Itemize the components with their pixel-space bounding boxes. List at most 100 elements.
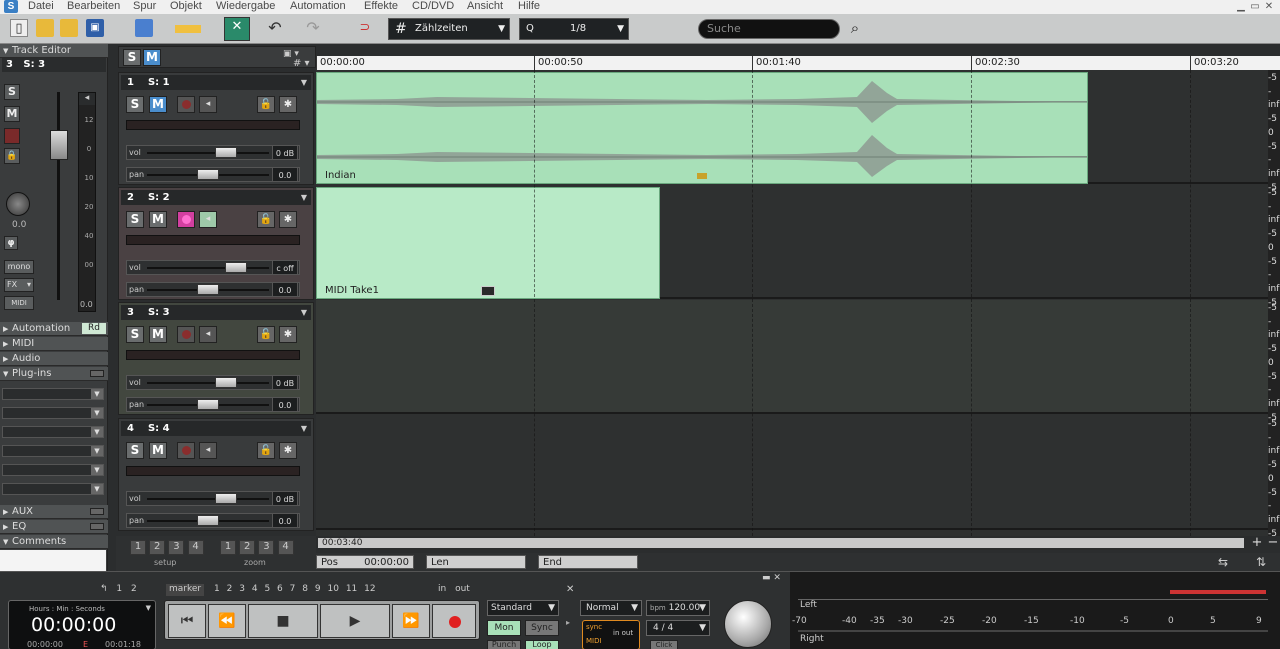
arrangement-area[interactable]: Indian MIDI Take1	[316, 70, 1268, 536]
menu-objekt[interactable]: Objekt	[170, 0, 202, 13]
locator-back-icon[interactable]: ↰	[100, 584, 108, 594]
menu-hilfe[interactable]: Hilfe	[518, 0, 540, 13]
pan-value[interactable]: 0.0	[272, 513, 298, 528]
punch-button[interactable]: Punch	[487, 640, 521, 649]
automation-mode-read[interactable]: Rd	[82, 323, 106, 334]
midi-clip-take1[interactable]: MIDI Take1	[316, 187, 660, 299]
edit-mode-icon[interactable]	[135, 19, 153, 37]
close-icon[interactable]: ✕	[566, 584, 574, 595]
track-mute-button[interactable]: M	[149, 96, 167, 113]
monitor-speaker-icon[interactable]: ◂	[199, 96, 217, 113]
expand-icon[interactable]: ▸	[566, 618, 570, 627]
volume-value[interactable]: 0 dB	[272, 145, 298, 160]
editor-mute-button[interactable]: M	[4, 106, 20, 122]
monitor-speaker-icon[interactable]: ◂	[199, 326, 217, 343]
horizontal-scrollbar[interactable]: 00:03:40 + −	[316, 536, 1280, 550]
zoom-4[interactable]: 4	[277, 540, 294, 555]
midi-section[interactable]: ▶ MIDI	[0, 337, 108, 351]
track-header-1[interactable]: 1 S: 1 ▼ S M ◂ 🔓 ✱ vol 0 dB pan 0.0	[118, 72, 314, 185]
redo-icon[interactable]: ↷	[304, 19, 322, 37]
zoom-out-icon[interactable]: −	[1266, 536, 1280, 550]
editor-record-button[interactable]	[4, 128, 20, 144]
plugin-slot[interactable]: ▼	[2, 483, 104, 495]
track-lane-4[interactable]	[316, 416, 1268, 530]
track-mute-button[interactable]: M	[149, 326, 167, 343]
click-button[interactable]: Click	[650, 640, 678, 649]
track-record-button[interactable]	[177, 96, 195, 113]
lock-icon[interactable]: 🔓	[257, 326, 275, 343]
new-file-icon[interactable]: ▯	[10, 19, 28, 37]
zoom-in-icon[interactable]: +	[1250, 536, 1264, 550]
plugins-section[interactable]: ▼ Plug-ins	[0, 367, 108, 381]
chevron-down-icon[interactable]: ▼	[146, 604, 151, 612]
fx-button[interactable]: FX ▾	[4, 278, 34, 292]
tempo-field[interactable]: bpm 120.00 ▼	[646, 600, 710, 616]
track-title-bar[interactable]: 4 S: 4 ▼	[121, 421, 311, 436]
search-icon[interactable]: ⌕	[846, 19, 864, 37]
restore-icon[interactable]: ▭	[1248, 1, 1262, 12]
track-solo-button[interactable]: S	[126, 442, 144, 459]
lock-icon[interactable]: 🔓	[257, 442, 275, 459]
track-selector[interactable]: 3 S: 3	[2, 58, 106, 72]
track-solo-button[interactable]: S	[126, 211, 144, 228]
sync-midi-panel[interactable]: sync MIDI in out	[582, 620, 640, 649]
go-to-start-icon[interactable]: ⏮	[168, 604, 206, 638]
track-solo-button[interactable]: S	[126, 96, 144, 113]
phase-invert-button[interactable]: φ	[4, 236, 18, 250]
plugin-slot[interactable]: ▼	[2, 426, 104, 438]
track-record-button[interactable]	[177, 326, 195, 343]
setup-2[interactable]: 2	[149, 540, 166, 555]
zoom-3[interactable]: 3	[258, 540, 275, 555]
jog-wheel[interactable]	[724, 600, 772, 648]
track-title-bar[interactable]: 3 S: 3 ▼	[121, 305, 311, 320]
gear-icon[interactable]: ✱	[279, 211, 297, 228]
automation-section[interactable]: ▶ Automation Rd	[0, 322, 108, 336]
zoom-1[interactable]: 1	[220, 540, 236, 555]
fast-forward-icon[interactable]: ⏩	[392, 604, 430, 638]
menu-automation[interactable]: Automation	[290, 0, 346, 13]
editor-solo-button[interactable]: S	[4, 84, 20, 100]
record-button[interactable]	[432, 604, 476, 638]
monitor-speaker-icon[interactable]: ◂	[199, 211, 217, 228]
track-title-bar[interactable]: 1 S: 1 ▼	[121, 75, 311, 90]
midi-button[interactable]: MIDI	[4, 296, 34, 310]
setup-4[interactable]: 4	[187, 540, 204, 555]
locator-2[interactable]: 2	[131, 584, 137, 594]
aux-toggle[interactable]	[90, 508, 104, 515]
snap-magnet-icon[interactable]: ⊃	[356, 19, 374, 37]
rewind-icon[interactable]: ⏪	[208, 604, 246, 638]
menu-bearbeiten[interactable]: Bearbeiten	[67, 0, 120, 13]
volume-value[interactable]: 0 dB	[272, 491, 298, 506]
locator-1[interactable]: 1	[116, 584, 122, 594]
menu-ansicht[interactable]: Ansicht	[467, 0, 503, 13]
track-lane-3[interactable]	[316, 300, 1268, 414]
pan-value[interactable]: 0.0	[272, 282, 298, 297]
plugin-slot[interactable]: ▼	[2, 464, 104, 476]
track-solo-button[interactable]: S	[126, 326, 144, 343]
track-mute-button[interactable]: M	[149, 211, 167, 228]
lock-icon[interactable]: 🔓	[257, 96, 275, 113]
timeline-ruler[interactable]: 00:00:00 00:00:50 00:01:40 00:02:30 00:0…	[316, 56, 1280, 70]
track-editor-header[interactable]: ▼ Track Editor	[0, 44, 108, 58]
mono-button[interactable]: mono	[4, 260, 34, 274]
track-mute-button[interactable]: M	[149, 442, 167, 459]
menu-effekte[interactable]: Effekte	[364, 0, 398, 13]
volume-value[interactable]: c off	[272, 260, 298, 275]
save-icon[interactable]: ▣	[86, 19, 104, 37]
mon-button[interactable]: Mon	[487, 620, 521, 636]
end-field[interactable]: End	[538, 555, 638, 569]
stop-icon[interactable]: ■	[248, 604, 318, 638]
pos-field[interactable]: Pos 00:00:00	[316, 555, 414, 569]
open-folder-icon[interactable]	[36, 19, 54, 37]
lock-icon[interactable]: 🔓	[257, 211, 275, 228]
zoom-2[interactable]: 2	[239, 540, 256, 555]
pan-value[interactable]: 0.0	[272, 167, 298, 182]
pan-knob[interactable]	[6, 192, 30, 216]
setup-1[interactable]: 1	[130, 540, 146, 555]
clip-handle-icon[interactable]	[697, 173, 707, 179]
gear-icon[interactable]: ✱	[279, 96, 297, 113]
monitor-speaker-icon[interactable]: ◂	[199, 442, 217, 459]
track-header-3[interactable]: 3 S: 3 ▼ S M ◂ 🔓 ✱ vol 0 dB pan 0.0	[118, 302, 314, 415]
plugin-slot[interactable]: ▼	[2, 407, 104, 419]
record-mode-dropdown[interactable]: Standard ▼	[487, 600, 559, 616]
